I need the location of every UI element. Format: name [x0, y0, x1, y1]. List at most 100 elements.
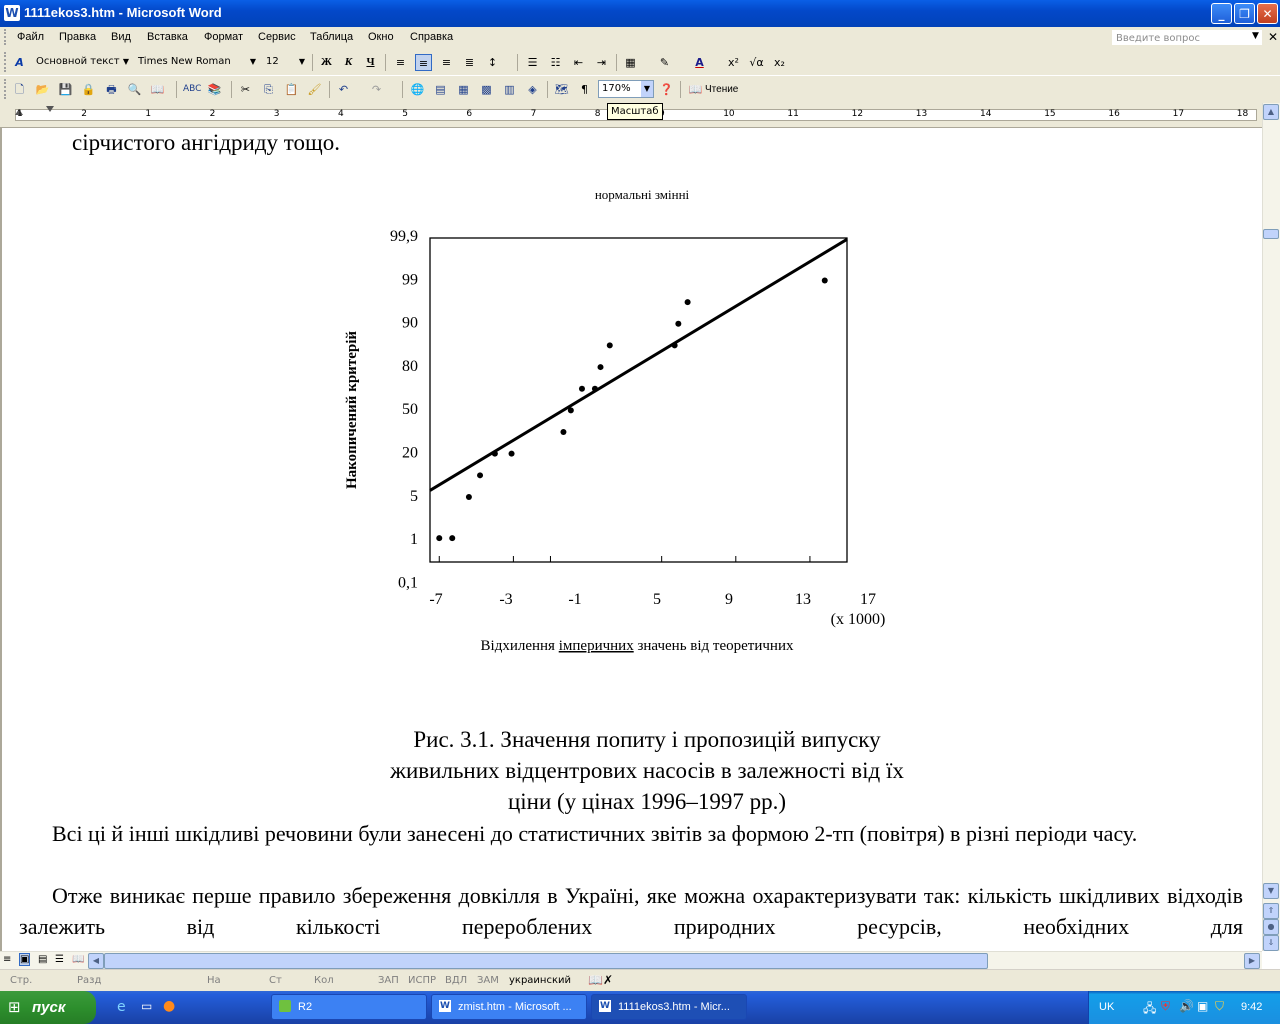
- print-preview-icon[interactable]: 🔍: [126, 81, 143, 98]
- tray-antivirus-icon[interactable]: ⛨: [1161, 999, 1170, 1014]
- document-area[interactable]: сірчистого ангідриду тощо. нормальні змі…: [0, 128, 1262, 951]
- next-page-icon[interactable]: ⇓: [1263, 935, 1279, 951]
- menu-window[interactable]: Окно: [368, 31, 394, 43]
- web-view-icon[interactable]: ▣: [19, 953, 31, 966]
- permission-icon[interactable]: 🔒: [80, 81, 97, 98]
- font-color-icon[interactable]: A: [691, 54, 708, 71]
- firefox-icon[interactable]: ●: [163, 998, 175, 1014]
- normal-view-icon[interactable]: ≡: [3, 954, 11, 965]
- reading-label[interactable]: Чтение: [705, 84, 738, 95]
- status-trk[interactable]: ИСПР: [408, 975, 436, 986]
- menu-edit[interactable]: Правка: [59, 31, 96, 43]
- tray-security-icon[interactable]: ⛉: [1215, 999, 1224, 1014]
- previous-page-icon[interactable]: ⇑: [1263, 903, 1279, 919]
- copy-icon[interactable]: ⎘: [260, 81, 277, 98]
- menu-format[interactable]: Формат: [204, 31, 243, 43]
- tables-borders-icon[interactable]: ▤: [432, 81, 449, 98]
- status-rec[interactable]: ЗАП: [378, 975, 399, 986]
- first-line-indent-icon[interactable]: [46, 106, 54, 112]
- minimize-button[interactable]: _: [1211, 3, 1232, 24]
- reading-icon[interactable]: 📖: [687, 81, 704, 98]
- reading-view-icon[interactable]: 📖: [72, 954, 84, 965]
- toolbar-grip[interactable]: [4, 52, 9, 72]
- tray-display-icon[interactable]: ▣: [1197, 999, 1208, 1013]
- italic-button[interactable]: К: [340, 54, 357, 71]
- superscript-icon[interactable]: x²: [725, 54, 742, 71]
- menu-view[interactable]: Вид: [111, 31, 131, 43]
- select-browse-object-icon[interactable]: ●: [1263, 919, 1279, 935]
- cut-icon[interactable]: ✂: [237, 81, 254, 98]
- spelling-icon[interactable]: ABC: [183, 81, 201, 98]
- insert-table-icon[interactable]: ▦: [455, 81, 472, 98]
- status-ovr[interactable]: ЗАМ: [477, 975, 499, 986]
- spelling-status-icon[interactable]: 📖✗: [588, 973, 613, 987]
- scroll-thumb[interactable]: [1263, 229, 1279, 239]
- word-icon[interactable]: W: [4, 5, 20, 21]
- scroll-up-icon[interactable]: ▲: [1263, 104, 1279, 120]
- decrease-indent-icon[interactable]: ⇤: [570, 54, 587, 71]
- task-zmist[interactable]: zmist.htm - Microsoft ...: [431, 994, 587, 1020]
- numbering-icon[interactable]: ☰: [524, 54, 541, 71]
- research-book-icon[interactable]: 📚: [206, 81, 223, 98]
- outline-view-icon[interactable]: ☰: [55, 954, 64, 965]
- drawing-icon[interactable]: ◈: [524, 81, 541, 98]
- task-r2[interactable]: R2: [271, 994, 427, 1020]
- increase-indent-icon[interactable]: ⇥: [593, 54, 610, 71]
- internet-explorer-icon[interactable]: e: [117, 999, 126, 1015]
- print-view-icon[interactable]: ▤: [38, 954, 47, 965]
- vertical-scrollbar[interactable]: ▲ ▼ ⇑ ● ⇓: [1262, 103, 1280, 951]
- align-right-icon[interactable]: ≡: [438, 54, 455, 71]
- redo-icon[interactable]: ↷: [368, 81, 385, 98]
- close-document-icon[interactable]: ✕: [1268, 30, 1278, 44]
- show-formatting-icon[interactable]: ¶: [576, 81, 593, 98]
- print-icon[interactable]: 🖶: [103, 81, 120, 98]
- style-select[interactable]: Основной текст ▼: [32, 53, 133, 71]
- bullets-icon[interactable]: ☷: [547, 54, 564, 71]
- format-painter-icon[interactable]: 🖌: [306, 81, 323, 98]
- menu-tools[interactable]: Сервис: [258, 31, 296, 43]
- status-language[interactable]: украинский: [509, 975, 571, 986]
- menu-help[interactable]: Справка: [410, 31, 453, 43]
- horizontal-thumb[interactable]: [104, 953, 988, 969]
- align-left-icon[interactable]: ≡: [392, 54, 409, 71]
- menubar-grip[interactable]: [4, 29, 9, 45]
- new-document-icon[interactable]: 🗋: [11, 81, 28, 98]
- research-icon[interactable]: 📖: [149, 81, 166, 98]
- scroll-left-icon[interactable]: ◀: [88, 953, 104, 969]
- equation-icon[interactable]: √α: [748, 54, 765, 71]
- menu-insert[interactable]: Вставка: [147, 31, 188, 43]
- bold-button[interactable]: Ж: [318, 54, 335, 71]
- font-select[interactable]: Times New Roman ▼: [134, 53, 260, 71]
- document-map-icon[interactable]: 🗺: [553, 81, 570, 98]
- ask-question-input[interactable]: Введите вопрос: [1112, 30, 1262, 45]
- scroll-down-icon[interactable]: ▼: [1263, 883, 1279, 899]
- size-select[interactable]: 12 ▼: [262, 53, 309, 71]
- hyperlink-icon[interactable]: 🌐: [409, 81, 426, 98]
- scroll-right-icon[interactable]: ▶: [1244, 953, 1260, 969]
- justify-icon[interactable]: ≣: [461, 54, 478, 71]
- menu-table[interactable]: Таблица: [310, 31, 353, 43]
- language-indicator[interactable]: UK: [1099, 1001, 1114, 1013]
- columns-icon[interactable]: ▥: [501, 81, 518, 98]
- zoom-select[interactable]: 170% ▼: [598, 80, 654, 98]
- horizontal-scrollbar[interactable]: ≡ ▣ ▤ ☰ 📖 ◀ ▶: [0, 951, 1262, 969]
- align-center-icon[interactable]: ≡: [415, 54, 432, 71]
- undo-icon[interactable]: ↶: [335, 81, 352, 98]
- styles-icon[interactable]: A: [11, 54, 28, 71]
- underline-button[interactable]: Ч: [362, 54, 379, 71]
- paste-icon[interactable]: 📋: [283, 81, 300, 98]
- tray-volume-icon[interactable]: 🔊: [1179, 999, 1194, 1013]
- tray-network-icon[interactable]: 🖧: [1143, 999, 1156, 1020]
- save-icon[interactable]: 💾: [57, 81, 74, 98]
- close-button[interactable]: ✕: [1257, 3, 1278, 24]
- insert-excel-icon[interactable]: ▩: [478, 81, 495, 98]
- ask-dropdown-icon[interactable]: ▼: [1252, 31, 1259, 41]
- show-desktop-icon[interactable]: ▭: [141, 999, 152, 1013]
- toolbar-grip[interactable]: [4, 79, 9, 99]
- borders-icon[interactable]: ▦: [622, 54, 639, 71]
- help-icon[interactable]: ❓: [658, 81, 675, 98]
- menu-file[interactable]: Файл: [17, 31, 44, 43]
- status-ext[interactable]: ВДЛ: [445, 975, 467, 986]
- highlight-icon[interactable]: ✎: [656, 54, 673, 71]
- open-folder-icon[interactable]: 📂: [34, 81, 51, 98]
